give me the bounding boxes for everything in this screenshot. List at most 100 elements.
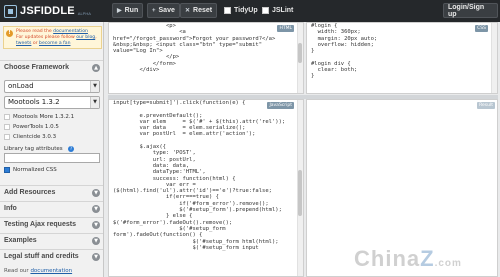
checkbox-icon[interactable] [4, 124, 10, 130]
library-tag-label: Library tag attributes [4, 146, 63, 152]
event-select-value: onLoad [8, 82, 34, 90]
tidyup-label: TidyUp [234, 7, 258, 14]
code-line: margin: 20px auto; [311, 35, 378, 42]
code-line: $('#setup_form html(html); [113, 238, 279, 245]
framework-select-value: Mootools 1.3.2 [8, 98, 60, 106]
reset-label: Reset [193, 7, 213, 14]
section-title: Testing Ajax requests [4, 221, 76, 228]
watermark-text: China [354, 246, 421, 271]
footer-documentation-link[interactable]: documentation [30, 268, 72, 274]
jslint-label: JSLint [272, 7, 294, 14]
expand-icon: ▼ [92, 253, 100, 261]
code-line: href="/forgot_password">Forgot your pass… [113, 35, 276, 42]
help-icon[interactable]: ? [68, 146, 74, 152]
tidyup-toggle[interactable]: TidyUp [224, 3, 258, 18]
save-label: Save [158, 7, 175, 14]
html-scrollbar[interactable] [297, 23, 303, 93]
expand-icon: ▼ [92, 189, 100, 197]
option-label: Clientcide 3.0.3 [13, 134, 57, 140]
notice-or: or [31, 41, 40, 46]
javascript-panel-tag: JavaScript [267, 102, 294, 109]
login-signup-button[interactable]: Login/Sign up [443, 3, 498, 18]
jslint-toggle[interactable]: JSLint [262, 3, 293, 18]
expand-icon: ▼ [92, 221, 100, 229]
library-tag-input[interactable] [4, 153, 100, 163]
javascript-code[interactable]: input[type=submit]').click(function(e) {… [113, 100, 285, 251]
normalized-css-label: Normalized CSS [13, 167, 57, 173]
reset-button[interactable]: ✕ Reset [180, 3, 218, 18]
notice-box: ! Please read the documentation For upda… [3, 26, 102, 49]
footer-read-docs: Read our documentation [4, 268, 72, 274]
section-title: Examples [4, 237, 37, 244]
expand-icon: ▼ [92, 237, 100, 245]
css-scrollbar[interactable] [491, 23, 497, 93]
jslint-checkbox-icon[interactable] [262, 7, 269, 14]
option-row[interactable]: PowerTools 1.0.5 [4, 124, 59, 130]
html-panel[interactable]: <p> <a href="/forgot_password">Forgot you… [108, 22, 304, 94]
code-line: </div> [113, 67, 160, 74]
info-icon: ! [6, 30, 13, 37]
logo-badge: ALPHA [77, 11, 91, 16]
result-panel-tag: Result [477, 102, 495, 109]
code-line: } [311, 73, 315, 80]
checkbox-icon[interactable] [4, 134, 10, 140]
tweets-link[interactable]: tweets [16, 41, 31, 46]
option-label: Mootools More 1.3.2.1 [13, 114, 75, 120]
javascript-scrollbar[interactable] [297, 100, 303, 276]
section-title: Add Resources [4, 189, 56, 196]
normalized-css-row[interactable]: Normalized CSS [4, 167, 57, 173]
jsfiddle-logo-icon [4, 4, 17, 18]
watermark-com: .com [434, 258, 462, 269]
code-line: $('#setup_form input [113, 244, 259, 251]
play-icon: ▶ [117, 8, 122, 14]
section-title: Legal stuff and credits [4, 253, 79, 260]
section-add-resources[interactable]: Add Resources ▼ [0, 185, 103, 199]
html-code[interactable]: <p> <a href="/forgot_password">Forgot you… [113, 23, 275, 73]
section-title: Info [4, 205, 17, 212]
option-row[interactable]: Mootools More 1.3.2.1 [4, 114, 74, 120]
section-info[interactable]: Info ▼ [0, 201, 103, 215]
choose-framework-title: Choose Framework [4, 64, 69, 71]
tidyup-checkbox-icon[interactable] [224, 7, 231, 14]
run-button[interactable]: ▶ Run [112, 3, 144, 18]
section-legal[interactable]: Legal stuff and credits ▼ [0, 249, 103, 263]
save-button[interactable]: + Save [147, 3, 180, 18]
css-panel-tag: CSS [475, 25, 488, 32]
sidebar: ! Please read the documentation For upda… [0, 22, 104, 277]
plus-icon: + [152, 7, 156, 14]
expand-icon: ▼ [92, 205, 100, 213]
chevron-down-icon: ▼ [90, 97, 99, 108]
css-panel[interactable]: #login { width: 360px; margin: 20px auto… [306, 22, 498, 94]
checkbox-checked-icon[interactable] [4, 167, 10, 173]
html-panel-tag: HTML [277, 25, 294, 32]
jsfiddle-logo[interactable]: JSFIDDLE ALPHA [4, 3, 91, 19]
notice-text-pre: Please read the [16, 29, 54, 34]
watermark-z: Z [420, 246, 435, 271]
blog-link[interactable]: our blog [76, 35, 95, 40]
scroll-thumb[interactable] [298, 170, 302, 216]
css-code[interactable]: #login { width: 360px; margin: 20px auto… [311, 23, 377, 80]
china-z-watermark: ChinaZ.com [354, 246, 462, 272]
fan-link[interactable]: become a fan [39, 41, 70, 46]
logo-text: JSFIDDLE [20, 5, 75, 17]
section-ajax[interactable]: Testing Ajax requests ▼ [0, 217, 103, 231]
javascript-panel[interactable]: input[type=submit]').click(function(e) {… [108, 99, 304, 277]
reset-icon: ✕ [185, 8, 191, 14]
collapse-icon: ▲ [92, 64, 100, 72]
login-label: Login/Sign up [448, 3, 485, 18]
chevron-down-icon: ▼ [90, 81, 99, 92]
checkbox-icon[interactable] [4, 114, 10, 120]
run-label: Run [124, 7, 139, 14]
scroll-thumb[interactable] [298, 43, 302, 63]
framework-select[interactable]: Mootools 1.3.2 ▼ [4, 96, 100, 109]
event-select[interactable]: onLoad ▼ [4, 80, 100, 93]
top-toolbar: JSFIDDLE ALPHA ▶ Run + Save ✕ Reset Tidy… [0, 0, 500, 22]
documentation-link[interactable]: documentation [53, 29, 88, 34]
code-line: overflow: hidden; [311, 41, 374, 48]
option-label: PowerTools 1.0.5 [13, 124, 59, 130]
choose-framework-header[interactable]: Choose Framework ▲ [0, 60, 103, 74]
option-row[interactable]: Clientcide 3.0.3 [4, 134, 56, 140]
footer-text: Read our [4, 268, 31, 274]
section-examples[interactable]: Examples ▼ [0, 233, 103, 247]
notice-text-mid: For updates please follow [16, 35, 77, 40]
